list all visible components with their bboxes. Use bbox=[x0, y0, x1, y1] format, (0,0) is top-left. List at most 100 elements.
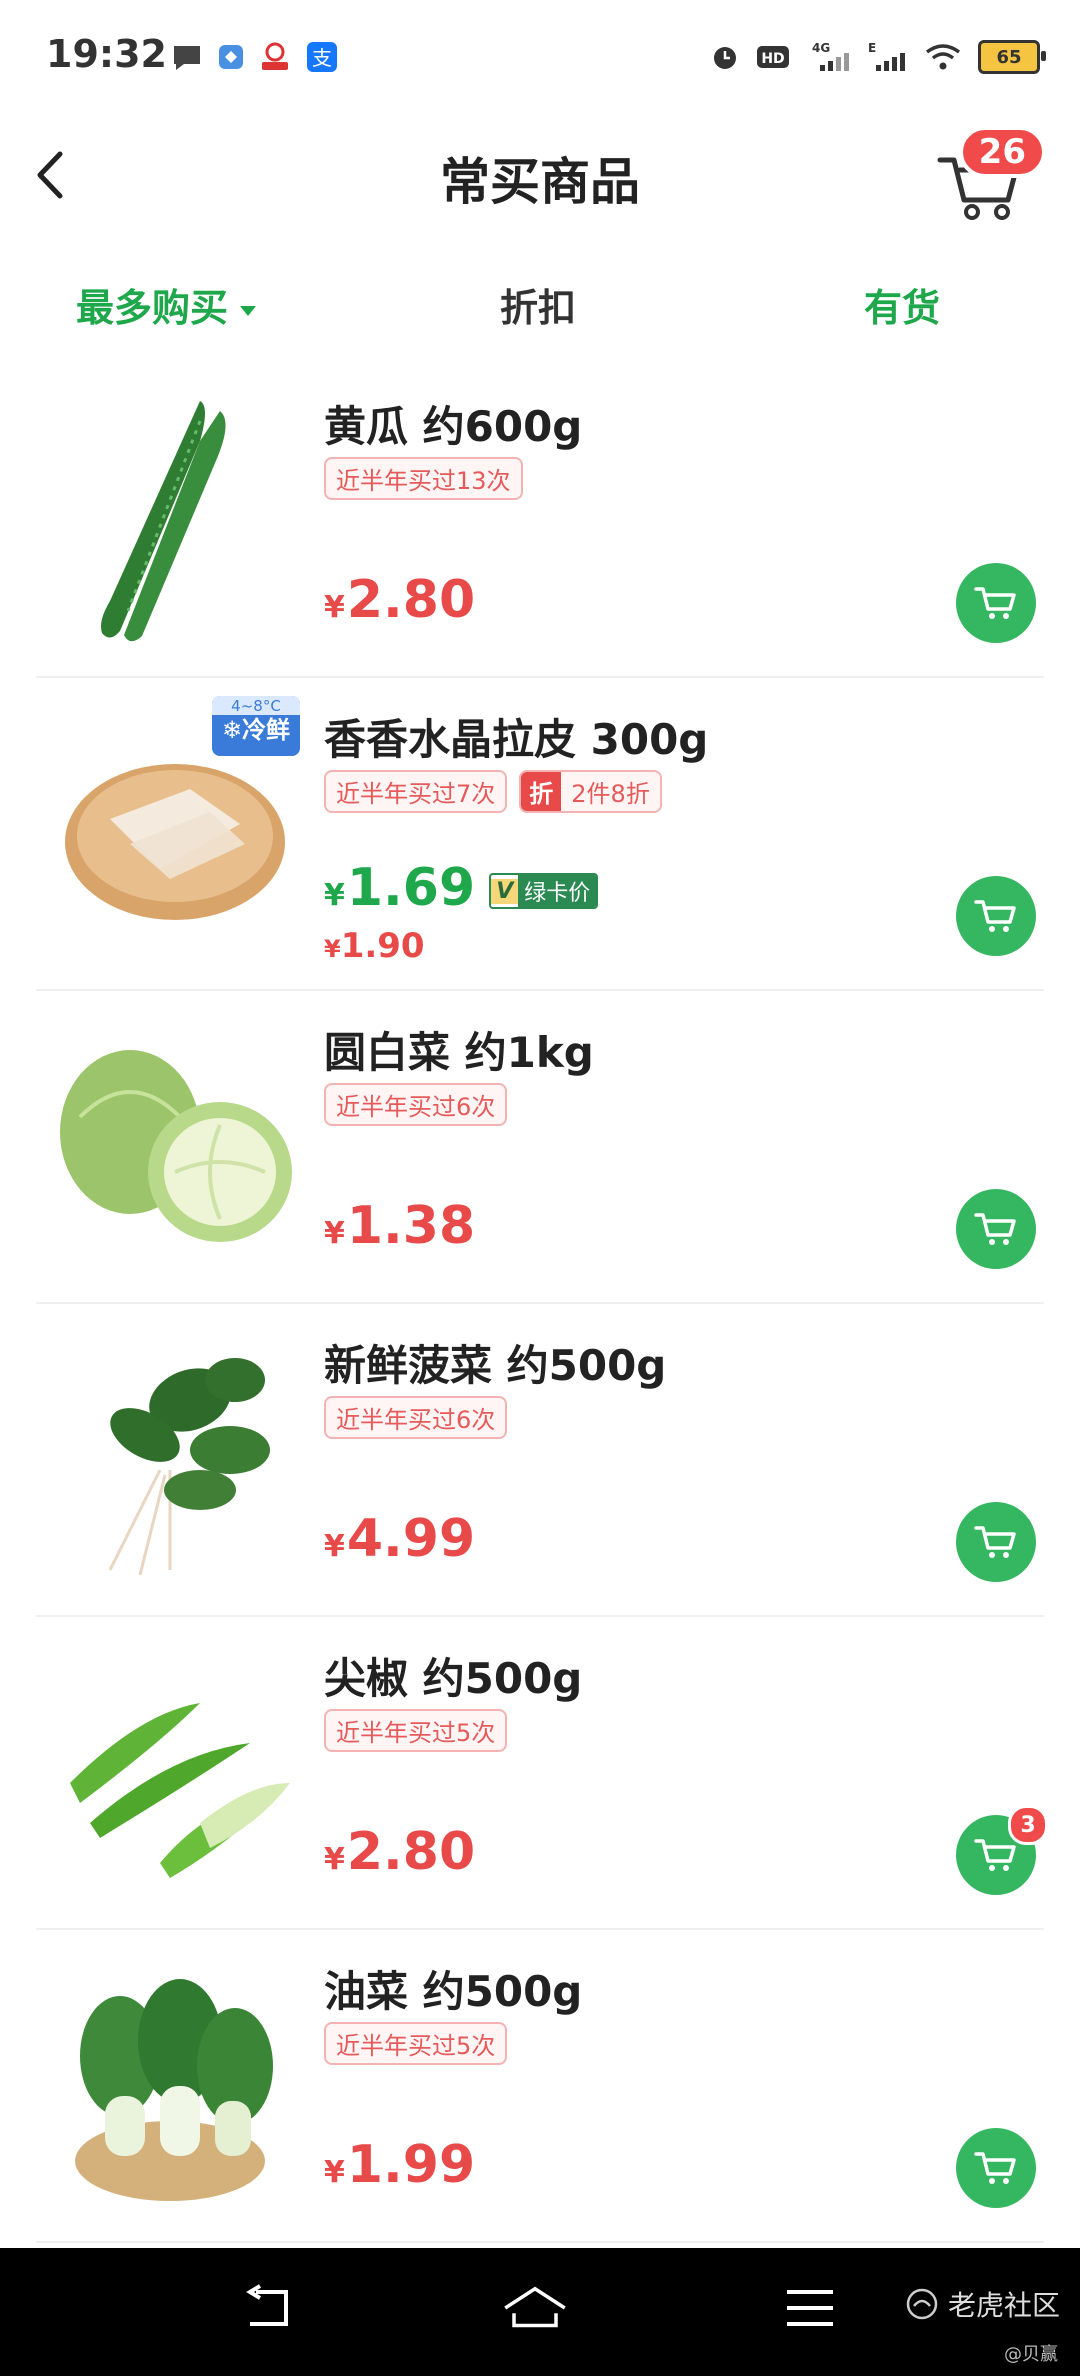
promo-tag: 折 2件8折 bbox=[519, 770, 662, 813]
add-to-cart-button[interactable] bbox=[956, 2128, 1036, 2208]
currency-symbol: ¥ bbox=[324, 1529, 345, 1564]
tiger-logo-icon bbox=[906, 2288, 938, 2320]
system-nav-bar: 老虎社区 @贝赢 bbox=[0, 2248, 1080, 2376]
caret-down-icon bbox=[240, 305, 257, 316]
price-value: 2.80 bbox=[346, 1822, 476, 1882]
currency-symbol: ¥ bbox=[324, 590, 345, 625]
product-list: 黄瓜 约600g 近半年买过13次 ¥2.80 4~8°C ❄冷鲜 香香水晶拉皮… bbox=[0, 365, 1080, 2243]
product-item[interactable]: 4~8°C ❄冷鲜 香香水晶拉皮 300g 近半年买过7次 折 2件8折 ¥1.6… bbox=[36, 678, 1044, 991]
purchase-history-tag: 近半年买过6次 bbox=[324, 1396, 508, 1439]
alarm-icon bbox=[714, 47, 736, 69]
svg-text:E: E bbox=[868, 41, 876, 55]
currency-symbol: ¥ bbox=[324, 1842, 345, 1877]
nav-back-button[interactable] bbox=[236, 2278, 306, 2338]
tab-most-bought[interactable]: 最多购买 bbox=[76, 277, 257, 332]
product-name: 黄瓜 约600g bbox=[324, 402, 583, 451]
app-notification-icon bbox=[219, 45, 243, 69]
vip-label: 绿卡价 bbox=[518, 875, 597, 907]
add-to-cart-button[interactable] bbox=[956, 563, 1036, 643]
product-name: 香香水晶拉皮 300g bbox=[324, 715, 709, 764]
product-name: 圆白菜 约1kg bbox=[324, 1028, 594, 1077]
product-name: 油菜 约500g bbox=[324, 1967, 583, 2016]
cart-quantity-badge: 3 bbox=[1008, 1805, 1048, 1845]
cart-add-icon bbox=[974, 1839, 1016, 1871]
svg-text:支: 支 bbox=[312, 46, 332, 70]
price-value: 1.69 bbox=[346, 858, 476, 918]
hd-icon: HD bbox=[757, 46, 789, 68]
app-notification-icon bbox=[262, 42, 288, 70]
cart-add-icon bbox=[974, 900, 1016, 932]
product-tags: 近半年买过5次 bbox=[324, 2022, 508, 2065]
purchase-history-tag: 近半年买过5次 bbox=[324, 1709, 508, 1752]
add-to-cart-button[interactable] bbox=[956, 1502, 1036, 1582]
product-item[interactable]: 黄瓜 约600g 近半年买过13次 ¥2.80 bbox=[36, 365, 1044, 678]
product-price: ¥2.80 bbox=[324, 1822, 475, 1882]
filter-tabs: 最多购买 折扣 有货 bbox=[0, 255, 1080, 355]
cart-add-icon bbox=[974, 1213, 1016, 1245]
pepper-image bbox=[70, 1703, 290, 1878]
cold-fresh-badge: 4~8°C ❄冷鲜 bbox=[212, 696, 300, 756]
purchase-history-tag: 近半年买过13次 bbox=[324, 457, 523, 500]
cabbage-image bbox=[60, 1050, 292, 1242]
alipay-icon: 支 bbox=[307, 42, 337, 72]
product-tags: 近半年买过5次 bbox=[324, 1709, 508, 1752]
product-item[interactable]: 油菜 约500g 近半年买过5次 ¥1.99 bbox=[36, 1930, 1044, 2243]
tab-discount[interactable]: 折扣 bbox=[500, 277, 576, 332]
nav-menu-button[interactable] bbox=[775, 2278, 845, 2338]
tab-in-stock[interactable]: 有货 bbox=[864, 277, 940, 332]
product-tags: 近半年买过6次 bbox=[324, 1083, 508, 1126]
price-value: 1.90 bbox=[340, 926, 425, 966]
signal-e-icon: E bbox=[868, 41, 905, 71]
promo-text: 2件8折 bbox=[561, 772, 660, 811]
add-to-cart-button[interactable] bbox=[956, 1189, 1036, 1269]
vip-icon: V bbox=[491, 878, 519, 904]
price-value: 1.99 bbox=[346, 2135, 476, 2195]
cart-button[interactable]: 26 bbox=[936, 126, 1046, 224]
price-value: 1.38 bbox=[346, 1196, 476, 1256]
product-name: 尖椒 约500g bbox=[324, 1654, 583, 1703]
cart-add-icon bbox=[974, 2152, 1016, 2184]
product-item[interactable]: 圆白菜 约1kg 近半年买过6次 ¥1.38 bbox=[36, 991, 1044, 1304]
spinach-image bbox=[108, 1358, 270, 1576]
message-icon bbox=[174, 46, 200, 70]
product-tags: 近半年买过6次 bbox=[324, 1396, 508, 1439]
regular-price: ¥1.90 bbox=[324, 926, 425, 966]
cart-count-badge: 26 bbox=[958, 126, 1046, 178]
product-name: 新鲜菠菜 约500g bbox=[324, 1341, 667, 1390]
promo-flag: 折 bbox=[521, 772, 562, 811]
status-time: 19:32 bbox=[46, 32, 167, 76]
status-bar: 19:32 支 HD 4G E 65 bbox=[0, 0, 1080, 110]
purchase-history-tag: 近半年买过6次 bbox=[324, 1083, 508, 1126]
watermark-brand: 老虎社区 bbox=[947, 2289, 1060, 2322]
product-tags: 近半年买过7次 折 2件8折 bbox=[324, 770, 662, 813]
price-value: 4.99 bbox=[346, 1509, 476, 1569]
product-item[interactable]: 尖椒 约500g 近半年买过5次 ¥2.80 3 bbox=[36, 1617, 1048, 1930]
product-item[interactable]: 新鲜菠菜 约500g 近半年买过6次 ¥4.99 bbox=[36, 1304, 1044, 1617]
product-price: ¥4.99 bbox=[324, 1509, 475, 1569]
member-price: ¥1.69 V 绿卡价 bbox=[324, 858, 599, 918]
currency-symbol: ¥ bbox=[324, 935, 341, 963]
battery-icon: 65 bbox=[978, 40, 1046, 74]
currency-symbol: ¥ bbox=[324, 1216, 345, 1251]
svg-text:4G: 4G bbox=[812, 41, 830, 55]
currency-symbol: ¥ bbox=[324, 878, 345, 913]
watermark: 老虎社区 bbox=[904, 2284, 1060, 2324]
product-price: ¥1.99 bbox=[324, 2135, 475, 2195]
page-title: 常买商品 bbox=[440, 153, 640, 211]
purchase-history-tag: 近半年买过7次 bbox=[324, 770, 508, 813]
add-to-cart-button[interactable]: 3 bbox=[956, 1805, 1048, 1895]
add-to-cart-button[interactable] bbox=[956, 876, 1036, 956]
product-tags: 近半年买过13次 bbox=[324, 457, 523, 500]
header: 常买商品 26 bbox=[0, 110, 1080, 240]
status-icons: HD 4G E 65 bbox=[710, 40, 1046, 74]
tab-most-bought-label: 最多购买 bbox=[76, 286, 229, 330]
bok-choy-image bbox=[75, 1979, 273, 2201]
price-value: 2.80 bbox=[346, 570, 476, 630]
watermark-user: @贝赢 bbox=[1004, 2344, 1058, 2365]
cold-label: ❄冷鲜 bbox=[221, 715, 291, 744]
svg-text:HD: HD bbox=[761, 51, 784, 67]
product-price: ¥2.80 bbox=[324, 570, 475, 630]
signal-4g-icon: 4G bbox=[812, 41, 849, 71]
cart-add-icon bbox=[974, 1526, 1016, 1558]
nav-home-button[interactable] bbox=[500, 2278, 570, 2338]
